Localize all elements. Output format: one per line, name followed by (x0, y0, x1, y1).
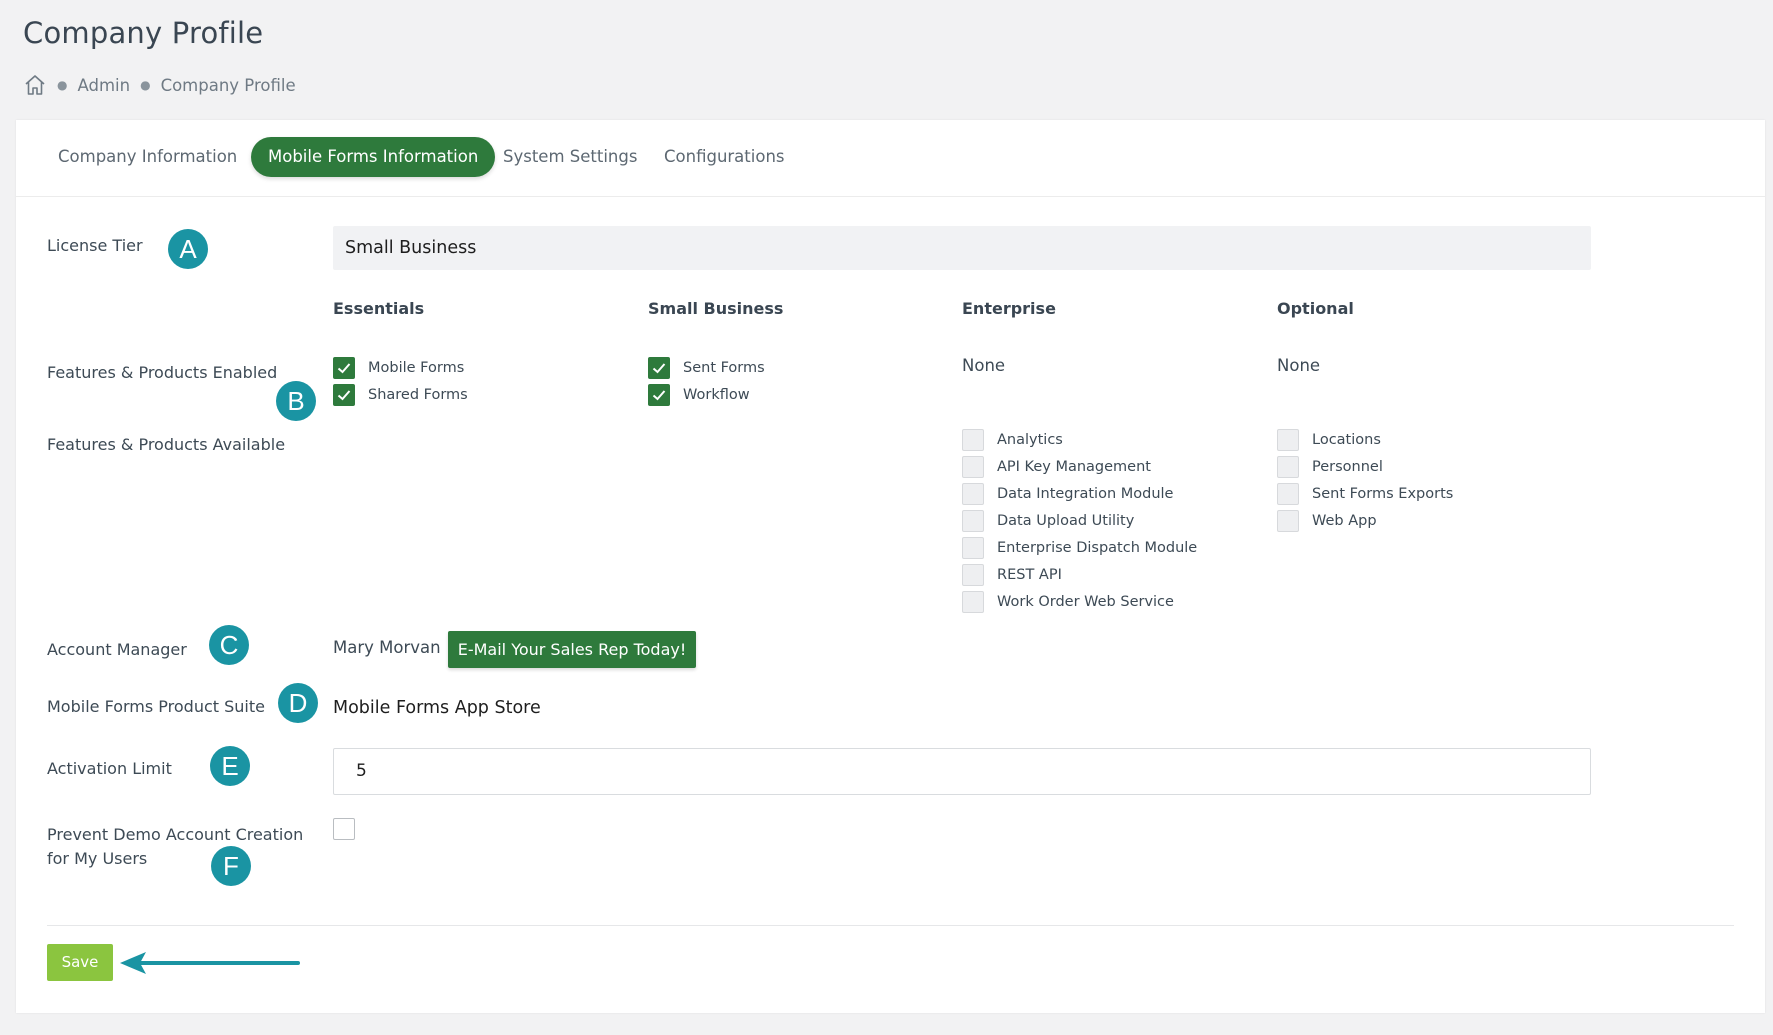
callout-badge-d: D (278, 683, 318, 723)
breadcrumb-admin[interactable]: Admin (77, 76, 130, 95)
list-item: REST API (962, 564, 1197, 586)
checkbox-label: Work Order Web Service (997, 594, 1174, 610)
check-icon (652, 390, 666, 401)
checkbox-label: Enterprise Dispatch Module (997, 540, 1198, 556)
checkbox-analytics[interactable] (962, 429, 984, 451)
product-suite-label: Mobile Forms Product Suite (47, 697, 265, 716)
list-item: Enterprise Dispatch Module (962, 537, 1197, 559)
callout-badge-e: E (210, 746, 250, 786)
callout-badge-a: A (168, 229, 208, 269)
license-tier-field: Small Business (333, 226, 1591, 270)
checkbox-label: Sent Forms Exports (1312, 486, 1454, 502)
checkbox-label: API Key Management (997, 459, 1151, 475)
home-icon[interactable] (23, 74, 47, 96)
prevent-demo-label-line2: for My Users (47, 849, 148, 868)
checkbox-label: Sent Forms (683, 360, 765, 376)
column-header-optional: Optional (1277, 299, 1354, 318)
checkbox-sent-forms-exports[interactable] (1277, 483, 1299, 505)
page-title: Company Profile (23, 16, 264, 50)
optional-enabled-none: None (1277, 356, 1321, 375)
checkbox-workflow[interactable] (648, 384, 670, 406)
checkbox-label: Web App (1312, 513, 1377, 529)
checkbox-data-upload-utility[interactable] (962, 510, 984, 532)
checkbox-label: REST API (997, 567, 1062, 583)
checkbox-label: Data Integration Module (997, 486, 1174, 502)
list-item: Mobile Forms (333, 357, 468, 379)
activation-limit-input[interactable]: 5 (333, 748, 1591, 795)
list-item: Sent Forms Exports (1277, 483, 1453, 505)
features-available-label: Features & Products Available (47, 435, 286, 454)
column-header-essentials: Essentials (333, 299, 425, 318)
checkbox-label: Personnel (1312, 459, 1383, 475)
list-item: Shared Forms (333, 384, 468, 406)
checkbox-locations[interactable] (1277, 429, 1299, 451)
checkbox-api-key-management[interactable] (962, 456, 984, 478)
list-item: Workflow (648, 384, 765, 406)
checkbox-rest-api[interactable] (962, 564, 984, 586)
list-item: API Key Management (962, 456, 1197, 478)
tab-company-information[interactable]: Company Information (58, 137, 237, 177)
breadcrumb: ● Admin ● Company Profile (23, 73, 296, 97)
activation-limit-label: Activation Limit (47, 759, 172, 778)
list-item: Work Order Web Service (962, 591, 1197, 613)
check-icon (652, 363, 666, 374)
callout-badge-c: C (209, 625, 249, 665)
license-tier-label: License Tier (47, 236, 143, 255)
check-icon (337, 363, 351, 374)
checkbox-personnel[interactable] (1277, 456, 1299, 478)
checkbox-work-order-web-service[interactable] (962, 591, 984, 613)
list-item: Locations (1277, 429, 1453, 451)
tab-mobile-forms-information[interactable]: Mobile Forms Information (251, 137, 496, 177)
checkbox-label: Workflow (683, 387, 750, 403)
tab-bar: Company Information Mobile Forms Informa… (16, 120, 1765, 197)
checkbox-mobile-forms[interactable] (333, 357, 355, 379)
essentials-enabled-list: Mobile Forms Shared Forms (333, 357, 468, 406)
divider (47, 925, 1734, 926)
breadcrumb-separator: ● (57, 78, 68, 92)
callout-badge-b: B (276, 381, 316, 421)
list-item: Data Integration Module (962, 483, 1197, 505)
account-manager-label: Account Manager (47, 640, 187, 659)
checkbox-data-integration-module[interactable] (962, 483, 984, 505)
checkbox-label: Shared Forms (368, 387, 468, 403)
list-item: Sent Forms (648, 357, 765, 379)
email-sales-rep-button[interactable]: E-Mail Your Sales Rep Today! (448, 631, 696, 668)
checkbox-label: Data Upload Utility (997, 513, 1135, 529)
breadcrumb-company-profile: Company Profile (160, 75, 296, 95)
account-manager-name: Mary Morvan (333, 638, 441, 657)
breadcrumb-separator: ● (140, 78, 151, 92)
prevent-demo-label-line1: Prevent Demo Account Creation (47, 825, 304, 844)
checkbox-label: Locations (1312, 432, 1381, 448)
checkbox-sent-forms[interactable] (648, 357, 670, 379)
check-icon (337, 390, 351, 401)
checkbox-web-app[interactable] (1277, 510, 1299, 532)
tab-system-settings[interactable]: System Settings (503, 137, 637, 177)
callout-badge-f: F (211, 846, 251, 886)
prevent-demo-label: Prevent Demo Account Creation for My Use… (47, 823, 303, 871)
product-suite-value: Mobile Forms App Store (333, 698, 541, 718)
checkbox-label: Analytics (997, 432, 1063, 448)
arrow-pointer-icon (120, 952, 300, 974)
column-header-enterprise: Enterprise (962, 299, 1056, 318)
tab-configurations[interactable]: Configurations (664, 137, 785, 177)
small-business-enabled-list: Sent Forms Workflow (648, 357, 765, 406)
column-header-small-business: Small Business (648, 299, 784, 318)
checkbox-enterprise-dispatch-module[interactable] (962, 537, 984, 559)
prevent-demo-checkbox[interactable] (333, 818, 355, 840)
optional-available-list: Locations Personnel Sent Forms Exports W… (1277, 429, 1453, 532)
list-item: Personnel (1277, 456, 1453, 478)
list-item: Analytics (962, 429, 1197, 451)
enterprise-available-list: Analytics API Key Management Data Integr… (962, 429, 1197, 613)
list-item: Data Upload Utility (962, 510, 1197, 532)
checkbox-label: Mobile Forms (368, 360, 465, 376)
list-item: Web App (1277, 510, 1453, 532)
features-enabled-label: Features & Products Enabled (47, 363, 278, 382)
checkbox-shared-forms[interactable] (333, 384, 355, 406)
save-button[interactable]: Save (47, 944, 113, 981)
enterprise-enabled-none: None (962, 356, 1006, 375)
